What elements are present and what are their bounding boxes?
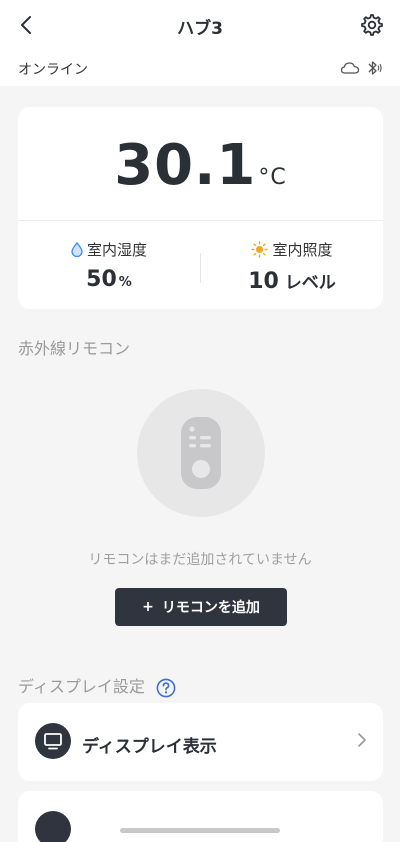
- humidity-unit: %: [118, 275, 132, 290]
- light-unit: レベル: [284, 273, 336, 293]
- plus-icon: +: [142, 599, 154, 615]
- chevron-right-icon: [358, 733, 366, 747]
- page-title: ハブ3: [177, 19, 223, 39]
- temperature-readout: 30.1°C: [18, 133, 383, 198]
- display-toggle-label: ディスプレイ表示: [82, 737, 217, 757]
- home-indicator: [120, 828, 280, 833]
- light-label: 室内照度: [272, 241, 333, 259]
- humidity-label: 室内湿度: [86, 241, 147, 259]
- display-section-title: ディスプレイ設定: [18, 677, 145, 696]
- online-status: オンライン: [18, 62, 88, 78]
- empty-remote-text: リモコンはまだ追加されていません: [88, 552, 312, 568]
- light-metric: 室内照度 10 レベル: [201, 239, 383, 294]
- display-section-header: ディスプレイ設定: [18, 673, 176, 698]
- status-bar: オンライン: [0, 52, 400, 86]
- humidity-value: 50: [86, 267, 117, 292]
- sensor-card: 30.1°C 室内湿度 50% 室内照度 10 レベル: [18, 107, 383, 309]
- droplet-icon: [71, 242, 83, 257]
- sun-icon: [251, 241, 269, 258]
- monitor-icon-badge: [35, 723, 71, 759]
- cloud-icon: [340, 62, 360, 74]
- monitor-icon: [44, 733, 62, 750]
- settings-button[interactable]: [358, 12, 384, 38]
- remote-section-title: 赤外線リモコン: [18, 339, 131, 358]
- temperature-value: 30.1: [114, 133, 257, 198]
- top-bar: ハブ3: [0, 0, 400, 52]
- temperature-unit: °C: [258, 165, 287, 190]
- display-toggle-row[interactable]: ディスプレイ表示: [18, 703, 383, 781]
- light-value: 10: [248, 269, 279, 294]
- gear-icon: [361, 14, 383, 36]
- remote-control-icon: [181, 417, 221, 489]
- display-settings-row-2[interactable]: [18, 791, 383, 842]
- remote-empty-illustration: [137, 389, 265, 517]
- add-remote-label: リモコンを追加: [161, 600, 260, 616]
- row-icon-badge: [35, 811, 71, 842]
- bluetooth-icon: [368, 61, 382, 75]
- humidity-metric: 室内湿度 50%: [18, 239, 200, 292]
- add-remote-button[interactable]: + リモコンを追加: [115, 588, 287, 626]
- card-divider: [18, 220, 383, 221]
- help-icon[interactable]: [156, 678, 176, 698]
